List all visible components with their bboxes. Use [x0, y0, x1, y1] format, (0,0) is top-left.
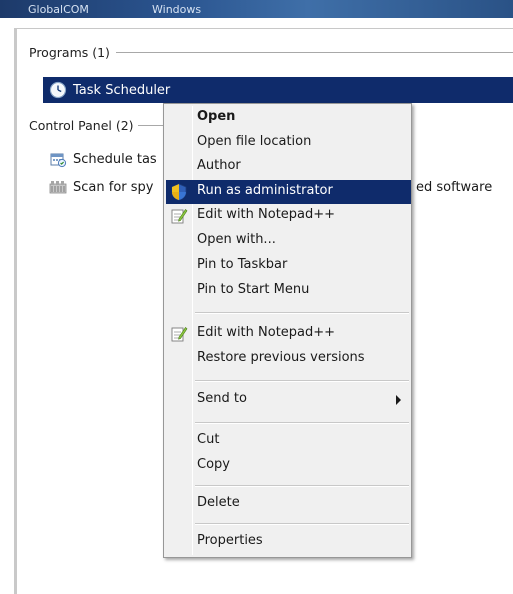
- menu-item-pin-to-taskbar[interactable]: Pin to Taskbar: [166, 254, 409, 278]
- menu-separator: [195, 485, 409, 487]
- menu-item-cut[interactable]: Cut: [166, 429, 409, 453]
- menu-separator: [195, 523, 409, 525]
- menu-item-edit-with-notepadpp-2[interactable]: Edit with Notepad++: [166, 322, 409, 346]
- menu-item-copy[interactable]: Copy: [166, 454, 409, 478]
- menu-item-pin-to-start-menu[interactable]: Pin to Start Menu: [166, 279, 409, 303]
- control-panel-section-header[interactable]: Control Panel (2): [29, 118, 179, 133]
- taskbar-item-windows[interactable]: Windows: [152, 3, 201, 16]
- programs-section-header[interactable]: Programs (1): [29, 45, 513, 60]
- menu-item-restore-previous-versions[interactable]: Restore previous versions: [166, 347, 409, 371]
- result-task-scheduler[interactable]: Task Scheduler: [43, 77, 513, 103]
- taskbar-item-globalcom[interactable]: GlobalCOM: [28, 3, 89, 16]
- menu-separator: [195, 422, 409, 424]
- notepadpp-icon: [171, 327, 188, 342]
- defender-icon: [49, 181, 67, 194]
- context-menu: Open Open file location Author Run as ad…: [163, 103, 412, 558]
- menu-item-run-as-administrator[interactable]: Run as administrator: [166, 180, 411, 204]
- submenu-arrow-icon: [396, 395, 401, 405]
- schedule-tasks-icon: [50, 153, 67, 168]
- uac-shield-icon: [171, 183, 187, 201]
- menu-item-delete[interactable]: Delete: [166, 492, 409, 516]
- menu-separator: [195, 312, 409, 314]
- result-scan-for-spyware-suffix[interactable]: ed software: [416, 174, 513, 200]
- menu-item-edit-with-notepadpp[interactable]: Edit with Notepad++: [166, 204, 409, 228]
- menu-item-open-with[interactable]: Open with...: [166, 229, 409, 253]
- taskbar: GlobalCOM Windows: [0, 0, 513, 18]
- menu-item-author[interactable]: Author: [166, 155, 409, 179]
- menu-item-open[interactable]: Open: [166, 106, 409, 130]
- menu-item-send-to[interactable]: Send to: [166, 388, 409, 412]
- menu-separator: [195, 380, 409, 382]
- menu-item-open-file-location[interactable]: Open file location: [166, 131, 409, 155]
- notepadpp-icon: [171, 209, 188, 224]
- clock-icon: [49, 81, 67, 99]
- menu-item-properties[interactable]: Properties: [166, 530, 409, 554]
